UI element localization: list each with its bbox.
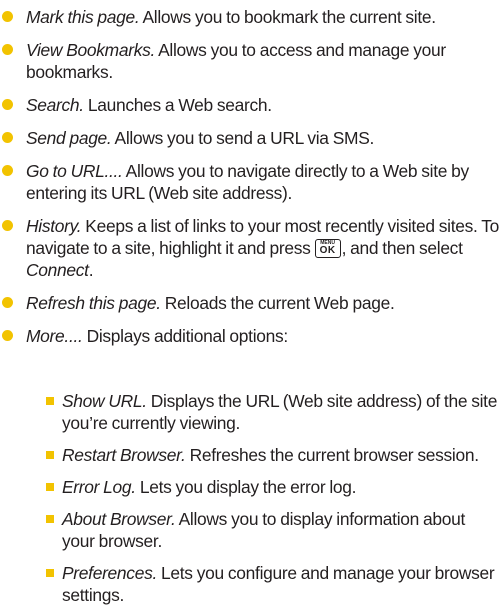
bullet-icon <box>2 165 13 176</box>
sub-item-term: Restart Browser. <box>62 445 186 465</box>
sub-item-error-log: Error Log. Lets you display the error lo… <box>0 476 499 498</box>
list-item-refresh-this-page: Refresh this page. Reloads the current W… <box>0 292 499 314</box>
item-term: More.... <box>26 326 83 346</box>
square-bullet-icon <box>46 397 54 405</box>
list-item-mark-this-page: Mark this page. Allows you to bookmark t… <box>0 6 499 28</box>
item-period: . <box>88 260 94 280</box>
sub-item-preferences: Preferences. Lets you configure and mana… <box>0 562 499 606</box>
item-term: View Bookmarks. <box>26 40 156 60</box>
sub-item-about-browser: About Browser. Allows you to display inf… <box>0 508 499 552</box>
sub-item-restart-browser: Restart Browser. Refreshes the current b… <box>0 444 499 466</box>
item-description: Launches a Web search. <box>83 95 272 115</box>
bullet-icon <box>2 297 13 308</box>
item-term: Mark this page. <box>26 7 140 27</box>
browser-menu-options-list: Mark this page. Allows you to bookmark t… <box>0 6 499 358</box>
item-term: History. <box>26 216 82 236</box>
list-item-search: Search. Launches a Web search. <box>0 94 499 116</box>
sub-item-description: Refreshes the current browser session. <box>185 445 479 465</box>
item-term: Go to URL.... <box>26 161 123 181</box>
item-description: Displays additional options: <box>82 326 289 346</box>
item-term: Search. <box>26 95 84 115</box>
bullet-icon <box>2 44 13 55</box>
sub-item-term: About Browser. <box>62 509 176 529</box>
connect-term: Connect <box>26 260 89 280</box>
menu-ok-key-icon: MENU OK <box>314 239 341 258</box>
sub-item-term: Show URL. <box>62 391 147 411</box>
item-term: Refresh this page. <box>26 293 161 313</box>
item-description-continued: , and then select <box>341 238 463 258</box>
key-main-label: OK <box>319 245 336 256</box>
sub-item-description: Lets you display the error log. <box>135 477 357 497</box>
list-item-go-to-url: Go to URL.... Allows you to navigate dir… <box>0 160 499 204</box>
item-description: Allows you to send a URL via SMS. <box>111 128 375 148</box>
bullet-icon <box>2 132 13 143</box>
bullet-icon <box>2 99 13 110</box>
square-bullet-icon <box>46 483 54 491</box>
bullet-icon <box>2 220 13 231</box>
list-item-more: More.... Displays additional options: <box>0 325 499 347</box>
more-options-sublist: Show URL. Displays the URL (Web site add… <box>0 390 499 616</box>
square-bullet-icon <box>46 515 54 523</box>
sub-item-show-url: Show URL. Displays the URL (Web site add… <box>0 390 499 434</box>
list-item-history: History. Keeps a list of links to your m… <box>0 215 499 281</box>
square-bullet-icon <box>46 451 54 459</box>
square-bullet-icon <box>46 569 54 577</box>
sub-item-term: Preferences. <box>62 563 157 583</box>
browser-options-page: Mark this page. Allows you to bookmark t… <box>0 0 499 605</box>
item-description: Allows you to bookmark the current site. <box>139 7 436 27</box>
item-description: Reloads the current Web page. <box>160 293 395 313</box>
bullet-icon <box>2 330 13 341</box>
list-item-send-page: Send page. Allows you to send a URL via … <box>0 127 499 149</box>
item-term: Send page. <box>26 128 112 148</box>
sub-item-term: Error Log. <box>62 477 136 497</box>
list-item-view-bookmarks: View Bookmarks. Allows you to access and… <box>0 39 499 83</box>
bullet-icon <box>2 11 13 22</box>
